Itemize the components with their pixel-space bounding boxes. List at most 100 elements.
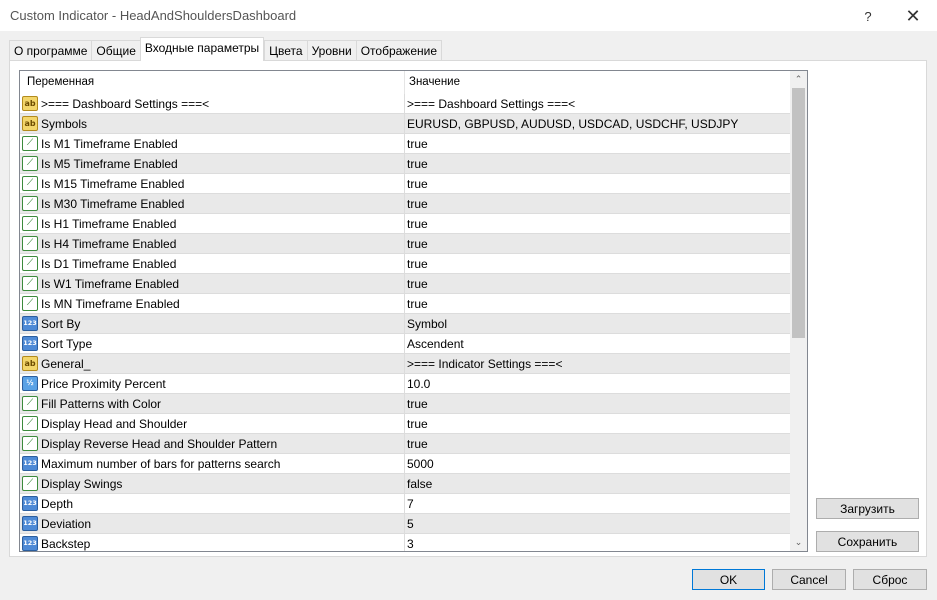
bool-type-icon: ⟋: [22, 256, 38, 271]
scroll-up-icon[interactable]: ⌃: [790, 71, 807, 88]
scroll-thumb[interactable]: [792, 88, 805, 338]
parameter-row[interactable]: ½ Price Proximity Percent 10.0: [20, 374, 790, 394]
column-header-value[interactable]: Значение: [409, 76, 460, 88]
parameter-value[interactable]: true: [407, 197, 428, 211]
parameter-row[interactable]: 123 Maximum number of bars for patterns s…: [20, 454, 790, 474]
help-button[interactable]: ?: [853, 4, 883, 28]
cell-divider: [404, 474, 405, 494]
cell-divider: [404, 414, 405, 434]
cell-divider: [404, 514, 405, 534]
parameter-row[interactable]: 123 Deviation 5: [20, 514, 790, 534]
parameter-value[interactable]: false: [407, 477, 432, 491]
parameter-row[interactable]: ⟋ Is M1 Timeframe Enabled true: [20, 134, 790, 154]
parameters-grid: Переменная Значение ab >=== Dashboard Set…: [19, 70, 808, 552]
parameter-name: Is D1 Timeframe Enabled: [41, 257, 177, 271]
parameter-row[interactable]: ab >=== Dashboard Settings ===< >=== Dashb…: [20, 94, 790, 114]
parameter-value[interactable]: true: [407, 137, 428, 151]
vertical-scrollbar[interactable]: ⌃ ⌄: [790, 71, 807, 551]
ok-button[interactable]: OK: [692, 569, 765, 590]
parameter-value[interactable]: true: [407, 417, 428, 431]
parameter-value[interactable]: 5: [407, 517, 414, 531]
parameter-value[interactable]: true: [407, 257, 428, 271]
parameter-value[interactable]: true: [407, 277, 428, 291]
parameter-row[interactable]: 123 Sort Type Ascendent: [20, 334, 790, 354]
cell-divider: [404, 94, 405, 114]
parameter-value[interactable]: 5000: [407, 457, 434, 471]
parameter-name: Is M5 Timeframe Enabled: [41, 157, 178, 171]
parameter-name: Sort By: [41, 317, 81, 331]
parameter-row[interactable]: 123 Sort By Symbol: [20, 314, 790, 334]
tab-common[interactable]: Общие: [91, 40, 140, 61]
parameter-name: Is MN Timeframe Enabled: [41, 297, 180, 311]
parameter-value[interactable]: Ascendent: [407, 337, 464, 351]
parameter-value[interactable]: true: [407, 177, 428, 191]
parameter-value[interactable]: true: [407, 157, 428, 171]
tab-levels[interactable]: Уровни: [306, 40, 356, 61]
parameter-row[interactable]: ⟋ Display Head and Shoulder true: [20, 414, 790, 434]
parameter-value[interactable]: EURUSD, GBPUSD, AUDUSD, USDCAD, USDCHF, …: [407, 117, 738, 131]
cell-divider: [404, 334, 405, 354]
column-header-variable[interactable]: Переменная: [27, 76, 94, 88]
string-type-icon: ab: [22, 96, 38, 111]
cell-divider: [404, 254, 405, 274]
parameter-row[interactable]: ⟋ Is H1 Timeframe Enabled true: [20, 214, 790, 234]
string-type-icon: ab: [22, 356, 38, 371]
parameter-value[interactable]: Symbol: [407, 317, 447, 331]
tab-about[interactable]: О программе: [9, 40, 92, 61]
parameter-name: Backstep: [41, 537, 91, 551]
tab-colors[interactable]: Цвета: [264, 40, 307, 61]
bool-type-icon: ⟋: [22, 196, 38, 211]
bool-type-icon: ⟋: [22, 436, 38, 451]
parameter-value[interactable]: >=== Indicator Settings ===<: [407, 357, 562, 371]
cancel-button[interactable]: Cancel: [772, 569, 846, 590]
parameter-row[interactable]: ⟋ Display Swings false: [20, 474, 790, 494]
parameter-row[interactable]: ⟋ Is M5 Timeframe Enabled true: [20, 154, 790, 174]
parameter-value[interactable]: true: [407, 437, 428, 451]
parameter-row[interactable]: ⟋ Fill Patterns with Color true: [20, 394, 790, 414]
cell-divider: [404, 134, 405, 154]
parameter-value[interactable]: true: [407, 217, 428, 231]
tab-inputs[interactable]: Входные параметры: [139, 37, 265, 61]
cell-divider: [404, 354, 405, 374]
cell-divider: [404, 154, 405, 174]
integer-type-icon: 123: [22, 456, 38, 471]
parameter-row[interactable]: ⟋ Display Reverse Head and Shoulder Patte…: [20, 434, 790, 454]
parameter-row[interactable]: 123 Depth 7: [20, 494, 790, 514]
parameter-value[interactable]: true: [407, 397, 428, 411]
integer-type-icon: 123: [22, 536, 38, 551]
parameter-name: General_: [41, 357, 91, 371]
grid-header: Переменная Значение: [20, 71, 790, 94]
close-button[interactable]: ✕: [898, 4, 928, 28]
parameter-row[interactable]: ab Symbols EURUSD, GBPUSD, AUDUSD, USDCAD,…: [20, 114, 790, 134]
bool-type-icon: ⟋: [22, 296, 38, 311]
cell-divider: [404, 494, 405, 514]
column-divider[interactable]: [404, 71, 405, 94]
parameter-row[interactable]: ⟋ Is MN Timeframe Enabled true: [20, 294, 790, 314]
parameter-row[interactable]: ab General_ >=== Indicator Settings ===<: [20, 354, 790, 374]
tab-visualization[interactable]: Отображение: [355, 40, 443, 61]
parameter-value[interactable]: 7: [407, 497, 414, 511]
parameter-row[interactable]: 123 Backstep 3: [20, 534, 790, 551]
parameter-row[interactable]: ⟋ Is D1 Timeframe Enabled true: [20, 254, 790, 274]
parameter-value[interactable]: true: [407, 237, 428, 251]
parameter-value[interactable]: true: [407, 297, 428, 311]
reset-button[interactable]: Сброс: [853, 569, 927, 590]
parameter-name: Is W1 Timeframe Enabled: [41, 277, 180, 291]
cell-divider: [404, 234, 405, 254]
parameter-name: Fill Patterns with Color: [41, 397, 162, 411]
parameter-row[interactable]: ⟋ Is M30 Timeframe Enabled true: [20, 194, 790, 214]
save-button[interactable]: Сохранить: [816, 531, 919, 552]
title-bar: Custom Indicator - HeadAndShouldersDashb…: [0, 0, 937, 32]
string-type-icon: ab: [22, 116, 38, 131]
parameter-row[interactable]: ⟋ Is W1 Timeframe Enabled true: [20, 274, 790, 294]
parameter-name: Display Reverse Head and Shoulder Patter…: [41, 437, 278, 451]
parameter-value[interactable]: 10.0: [407, 377, 430, 391]
bool-type-icon: ⟋: [22, 396, 38, 411]
window-title: Custom Indicator - HeadAndShouldersDashb…: [10, 8, 297, 23]
parameter-row[interactable]: ⟋ Is M15 Timeframe Enabled true: [20, 174, 790, 194]
parameter-value[interactable]: 3: [407, 537, 414, 551]
parameter-value[interactable]: >=== Dashboard Settings ===<: [407, 97, 575, 111]
load-button[interactable]: Загрузить: [816, 498, 919, 519]
parameter-row[interactable]: ⟋ Is H4 Timeframe Enabled true: [20, 234, 790, 254]
scroll-down-icon[interactable]: ⌄: [790, 534, 807, 551]
